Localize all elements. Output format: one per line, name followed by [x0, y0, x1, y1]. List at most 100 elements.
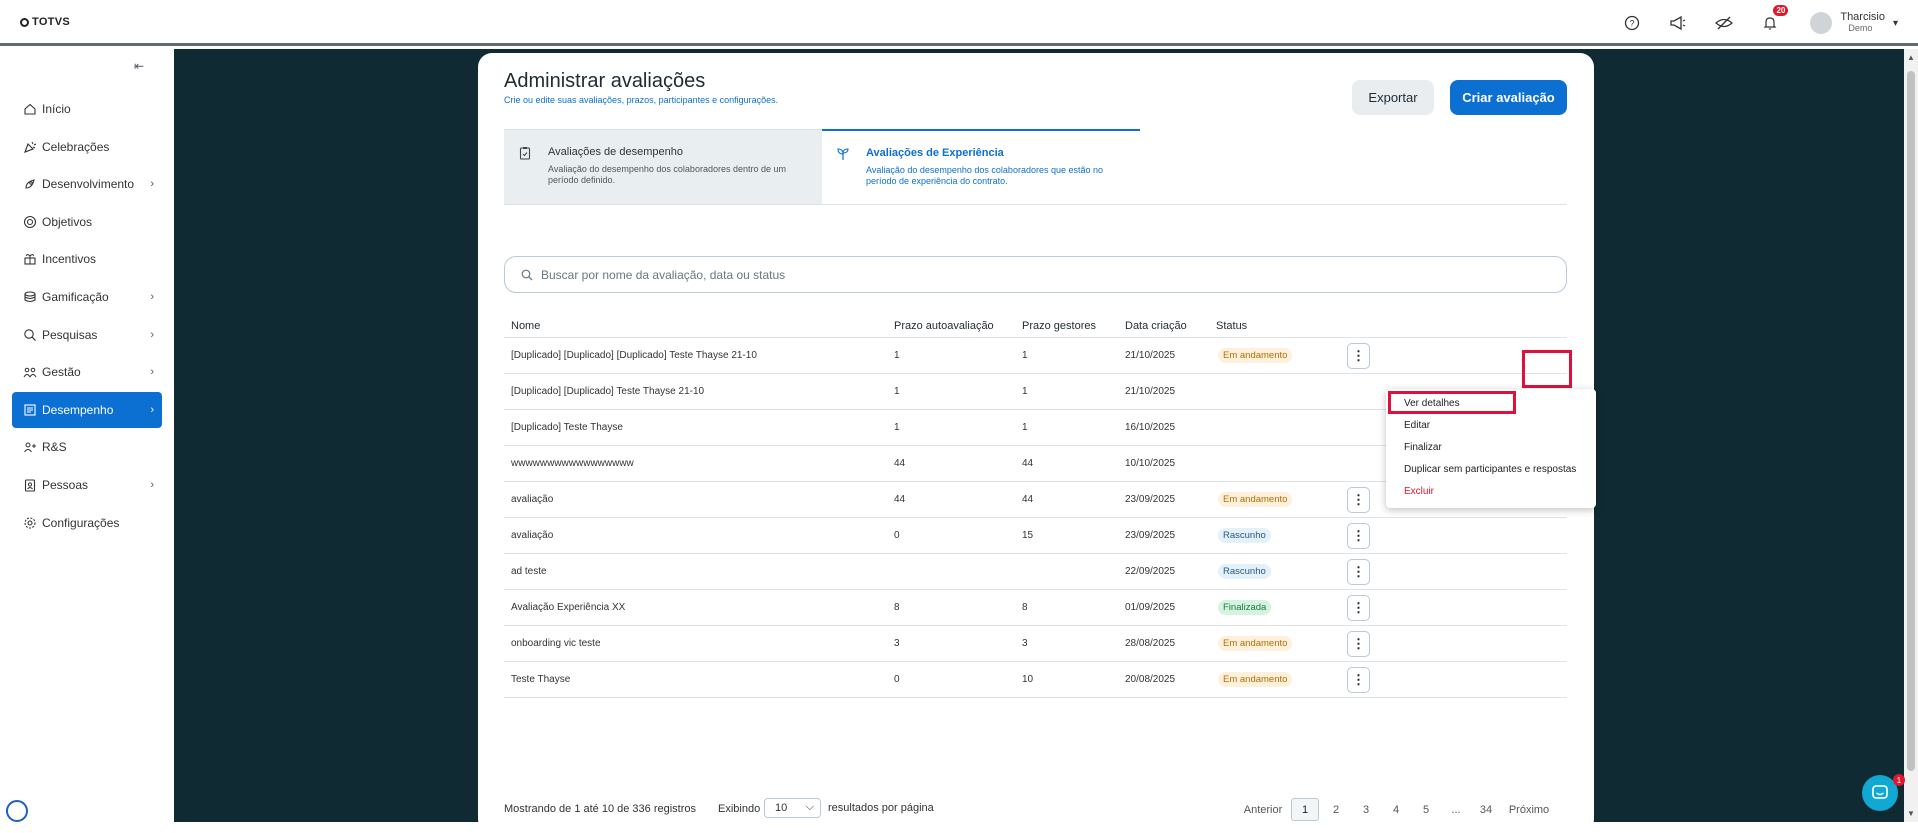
status-badge: Em andamento: [1218, 348, 1293, 363]
eye-off-icon[interactable]: [1714, 13, 1734, 33]
team-icon: [23, 367, 37, 378]
sidebar-item-label: Configurações: [42, 515, 120, 530]
sidebar-item-gamificacao[interactable]: Gamificação ›: [12, 279, 162, 315]
sidebar-item-incentivos[interactable]: Incentivos: [12, 241, 162, 277]
page-button[interactable]: 1: [1291, 798, 1319, 821]
create-evaluation-button[interactable]: Criar avaliação: [1450, 80, 1567, 115]
cell-created-date: 20/08/2025: [1125, 674, 1176, 685]
page-scrollbar[interactable]: ▲ ▼: [1904, 49, 1918, 822]
table-row[interactable]: ad teste 22/09/2025 Rascunho ⋮: [504, 554, 1567, 590]
row-actions-button[interactable]: ⋮: [1347, 631, 1370, 657]
status-badge: Em andamento: [1218, 636, 1293, 651]
sidebar-item-label: Desempenho: [42, 402, 114, 417]
sidebar-item-pesquisas[interactable]: Pesquisas ›: [12, 317, 162, 353]
cell-name: wwwwwwwwwwwwwwwww: [511, 458, 634, 469]
cell-manager-deadline: 44: [1022, 458, 1034, 469]
row-actions-button[interactable]: ⋮: [1347, 523, 1370, 549]
collapse-sidebar-icon[interactable]: ⇤: [134, 59, 144, 73]
page-button[interactable]: 4: [1381, 798, 1411, 821]
column-header-created-date[interactable]: Data criação: [1125, 320, 1187, 332]
chart-icon: [24, 404, 36, 416]
table-row[interactable]: Avaliação Experiência XX 8 8 01/09/2025 Fina…: [504, 590, 1567, 626]
scrollbar-thumb[interactable]: [1907, 71, 1915, 771]
sidebar-item-r-s[interactable]: R&S: [12, 429, 162, 465]
sidebar-item-label: R&S: [42, 440, 67, 455]
row-actions-button[interactable]: ⋮: [1347, 487, 1370, 513]
cell-name: avaliação: [511, 494, 554, 505]
svg-text:?: ?: [1630, 19, 1635, 29]
more-vertical-icon: ⋮: [1352, 492, 1365, 507]
menu-item-edit[interactable]: Editar: [1386, 415, 1596, 437]
avatar: [1810, 12, 1833, 34]
cell-name: ad teste: [511, 566, 547, 577]
column-header-name[interactable]: Nome: [511, 320, 540, 332]
cell-manager-deadline: 1: [1022, 350, 1028, 361]
sidebar-item-objetivos[interactable]: Objetivos: [12, 204, 162, 240]
sprout-icon: [837, 148, 849, 160]
tab-performance[interactable]: Avaliações de desempenho Avaliação do de…: [504, 129, 822, 204]
scroll-up-icon[interactable]: ▲: [1907, 53, 1915, 62]
highlight-box: [1388, 391, 1516, 414]
column-header-manager-deadline[interactable]: Prazo gestores: [1022, 320, 1096, 332]
support-bubble-icon[interactable]: [6, 800, 28, 822]
home-icon: [24, 103, 36, 115]
cell-self-deadline: 1: [894, 386, 900, 397]
chat-badge: 1: [1893, 774, 1905, 786]
totvs-logo[interactable]: TOTVS: [20, 16, 70, 28]
bell-icon[interactable]: 20: [1760, 5, 1789, 33]
page-button[interactable]: 3: [1351, 798, 1381, 821]
cell-created-date: 22/09/2025: [1125, 566, 1176, 577]
previous-page-button[interactable]: Anterior: [1235, 798, 1291, 821]
sidebar-item-pessoas[interactable]: Pessoas ›: [12, 467, 162, 503]
row-actions-button[interactable]: ⋮: [1347, 559, 1370, 585]
next-page-button[interactable]: Próximo: [1501, 798, 1557, 821]
menu-item-finalize[interactable]: Finalizar: [1386, 437, 1596, 459]
cell-self-deadline: 0: [894, 530, 900, 541]
top-bar: TOTVS ? 20 Tharcisio Demo ▾: [0, 0, 1918, 46]
table-row[interactable]: onboarding vic teste 3 3 28/08/2025 Em andam…: [504, 626, 1567, 662]
column-header-status[interactable]: Status: [1216, 320, 1247, 332]
sidebar-item-configuracoes[interactable]: Configurações: [12, 505, 162, 541]
cell-created-date: 01/09/2025: [1125, 602, 1176, 613]
chevron-right-icon: ›: [150, 478, 154, 491]
menu-item-duplicate[interactable]: Duplicar sem participantes e respostas: [1386, 459, 1596, 481]
cell-manager-deadline: 1: [1022, 422, 1028, 433]
highlight-box: [1522, 350, 1572, 388]
notification-badge: 20: [1773, 5, 1789, 16]
recruit-icon: [24, 442, 36, 453]
search-input[interactable]: [541, 267, 1441, 282]
user-menu[interactable]: Tharcisio Demo ▾: [1810, 12, 1898, 34]
row-actions-button[interactable]: ⋮: [1347, 595, 1370, 621]
tab-experience[interactable]: Avaliações de Experiência Avaliação do d…: [822, 129, 1140, 204]
evaluation-type-tabs: Avaliações de desempenho Avaliação do de…: [504, 129, 1567, 205]
sidebar-item-label: Celebrações: [42, 139, 110, 154]
chevron-down-icon: ⌵: [805, 801, 814, 813]
more-vertical-icon: ⋮: [1352, 564, 1365, 579]
sidebar-item-desenvolvimento[interactable]: Desenvolvimento ›: [12, 166, 162, 202]
menu-item-delete[interactable]: Excluir: [1386, 481, 1596, 503]
search-doc-icon: [24, 328, 36, 341]
row-actions-button[interactable]: ⋮: [1347, 343, 1370, 369]
sidebar-item-celebracoes[interactable]: Celebrações: [12, 129, 162, 165]
sidebar-item-gestao[interactable]: Gestão ›: [12, 354, 162, 390]
cell-self-deadline: 0: [894, 674, 900, 685]
status-badge: Em andamento: [1218, 672, 1293, 687]
export-button[interactable]: Exportar: [1352, 80, 1434, 115]
table-row[interactable]: Teste Thayse 0 10 20/08/2025 Em andamento ⋮: [504, 662, 1567, 698]
column-header-self-deadline[interactable]: Prazo autoavaliação: [894, 320, 994, 332]
page-button[interactable]: 2: [1321, 798, 1351, 821]
cell-self-deadline: 1: [894, 422, 900, 433]
scroll-down-icon[interactable]: ▼: [1907, 809, 1915, 818]
megaphone-icon[interactable]: [1668, 13, 1688, 33]
sidebar-item-desempenho[interactable]: Desempenho ›: [12, 391, 162, 428]
chevron-right-icon: ›: [150, 328, 154, 341]
sidebar-item-inicio[interactable]: Início: [12, 91, 162, 127]
table-row[interactable]: avaliação 0 15 23/09/2025 Rascunho ⋮: [504, 518, 1567, 554]
help-icon[interactable]: ?: [1622, 13, 1642, 33]
page-button[interactable]: 34: [1471, 798, 1501, 821]
table-row[interactable]: [Duplicado] [Duplicado] [Duplicado] Test…: [504, 338, 1567, 374]
page-size-select[interactable]: 10 ⌵: [764, 798, 821, 818]
row-actions-button[interactable]: ⋮: [1347, 667, 1370, 693]
page-button[interactable]: 5: [1411, 798, 1441, 821]
tab-title: Avaliações de desempenho: [548, 146, 683, 158]
